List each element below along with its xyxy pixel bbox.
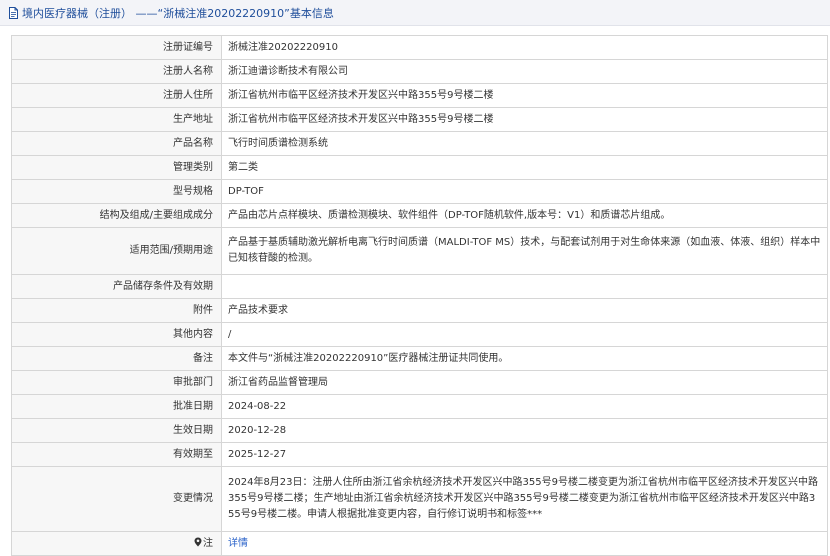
field-value — [221, 274, 828, 299]
field-value: 浙械注准20202220910 — [221, 35, 828, 60]
table-row: 批准日期 2024-08-22 — [11, 394, 828, 419]
table-row: 审批部门 浙江省药品监督管理局 — [11, 370, 828, 395]
table-row: 生产地址 浙江省杭州市临平区经济技术开发区兴中路355号9号楼二楼 — [11, 107, 828, 132]
field-value: 2025-12-27 — [221, 442, 828, 467]
table-row: 注册人名称 浙江迪谱诊断技术有限公司 — [11, 59, 828, 84]
field-value: 第二类 — [221, 155, 828, 180]
field-label: 产品储存条件及有效期 — [11, 274, 222, 299]
field-label: 备注 — [11, 346, 222, 371]
field-value: 浙江省药品监督管理局 — [221, 370, 828, 395]
field-value: 浙江省杭州市临平区经济技术开发区兴中路355号9号楼二楼 — [221, 83, 828, 108]
page-title: 境内医疗器械（注册） ——“浙械注准20202220910”基本信息 — [22, 6, 334, 20]
field-label: 型号规格 — [11, 179, 222, 204]
field-value: 浙江省杭州市临平区经济技术开发区兴中路355号9号楼二楼 — [221, 107, 828, 132]
table-row: 有效期至 2025-12-27 — [11, 442, 828, 467]
page-header: 境内医疗器械（注册） ——“浙械注准20202220910”基本信息 — [0, 0, 830, 26]
table-row: 结构及组成/主要组成成分 产品由芯片点样模块、质谱检测模块、软件组件（DP-TO… — [11, 203, 828, 228]
field-label: 生效日期 — [11, 418, 222, 443]
document-icon — [8, 6, 19, 19]
field-value: 产品技术要求 — [221, 298, 828, 323]
field-value: 2024年8月23日：注册人住所由浙江省余杭经济技术开发区兴中路355号9号楼二… — [221, 466, 828, 532]
field-value: 2024-08-22 — [221, 394, 828, 419]
table-row: 适用范围/预期用途 产品基于基质辅助激光解析电离飞行时间质谱（MALDI-TOF… — [11, 227, 828, 275]
table-row: 产品名称 飞行时间质谱检测系统 — [11, 131, 828, 156]
table-row: 生效日期 2020-12-28 — [11, 418, 828, 443]
details-link[interactable]: 详情 — [228, 538, 248, 549]
field-label: 结构及组成/主要组成成分 — [11, 203, 222, 228]
field-label: 管理类别 — [11, 155, 222, 180]
field-label: 有效期至 — [11, 442, 222, 467]
field-value: 本文件与“浙械注准20202220910”医疗器械注册证共同使用。 — [221, 346, 828, 371]
table-row: 管理类别 第二类 — [11, 155, 828, 180]
location-pin-icon — [194, 537, 202, 547]
table-row: 变更情况 2024年8月23日：注册人住所由浙江省余杭经济技术开发区兴中路355… — [11, 466, 828, 532]
field-value: 浙江迪谱诊断技术有限公司 — [221, 59, 828, 84]
field-label: 审批部门 — [11, 370, 222, 395]
field-value: / — [221, 322, 828, 347]
field-value: 产品由芯片点样模块、质谱检测模块、软件组件（DP-TOF随机软件,版本号：V1）… — [221, 203, 828, 228]
note-value-cell: 详情 — [221, 531, 828, 556]
field-label: 其他内容 — [11, 322, 222, 347]
note-label-cell: 注 — [11, 531, 222, 556]
field-label: 注册人住所 — [11, 83, 222, 108]
field-label: 注册人名称 — [11, 59, 222, 84]
note-row: 注 详情 — [11, 531, 828, 556]
field-value: 产品基于基质辅助激光解析电离飞行时间质谱（MALDI-TOF MS）技术，与配套… — [221, 227, 828, 275]
table-row: 注册人住所 浙江省杭州市临平区经济技术开发区兴中路355号9号楼二楼 — [11, 83, 828, 108]
note-label: 注 — [203, 537, 213, 549]
field-label: 变更情况 — [11, 466, 222, 532]
table-row: 附件 产品技术要求 — [11, 298, 828, 323]
field-value: 飞行时间质谱检测系统 — [221, 131, 828, 156]
registration-info-table: 注册证编号 浙械注准20202220910 注册人名称 浙江迪谱诊断技术有限公司… — [11, 35, 828, 556]
table-row: 备注 本文件与“浙械注准20202220910”医疗器械注册证共同使用。 — [11, 346, 828, 371]
field-label: 注册证编号 — [11, 35, 222, 60]
table-row: 注册证编号 浙械注准20202220910 — [11, 35, 828, 60]
field-label: 产品名称 — [11, 131, 222, 156]
table-row: 产品储存条件及有效期 — [11, 274, 828, 299]
field-value: DP-TOF — [221, 179, 828, 204]
field-label: 生产地址 — [11, 107, 222, 132]
field-label: 附件 — [11, 298, 222, 323]
table-row: 其他内容 / — [11, 322, 828, 347]
field-label: 适用范围/预期用途 — [11, 227, 222, 275]
field-label: 批准日期 — [11, 394, 222, 419]
table-row: 型号规格 DP-TOF — [11, 179, 828, 204]
field-value: 2020-12-28 — [221, 418, 828, 443]
